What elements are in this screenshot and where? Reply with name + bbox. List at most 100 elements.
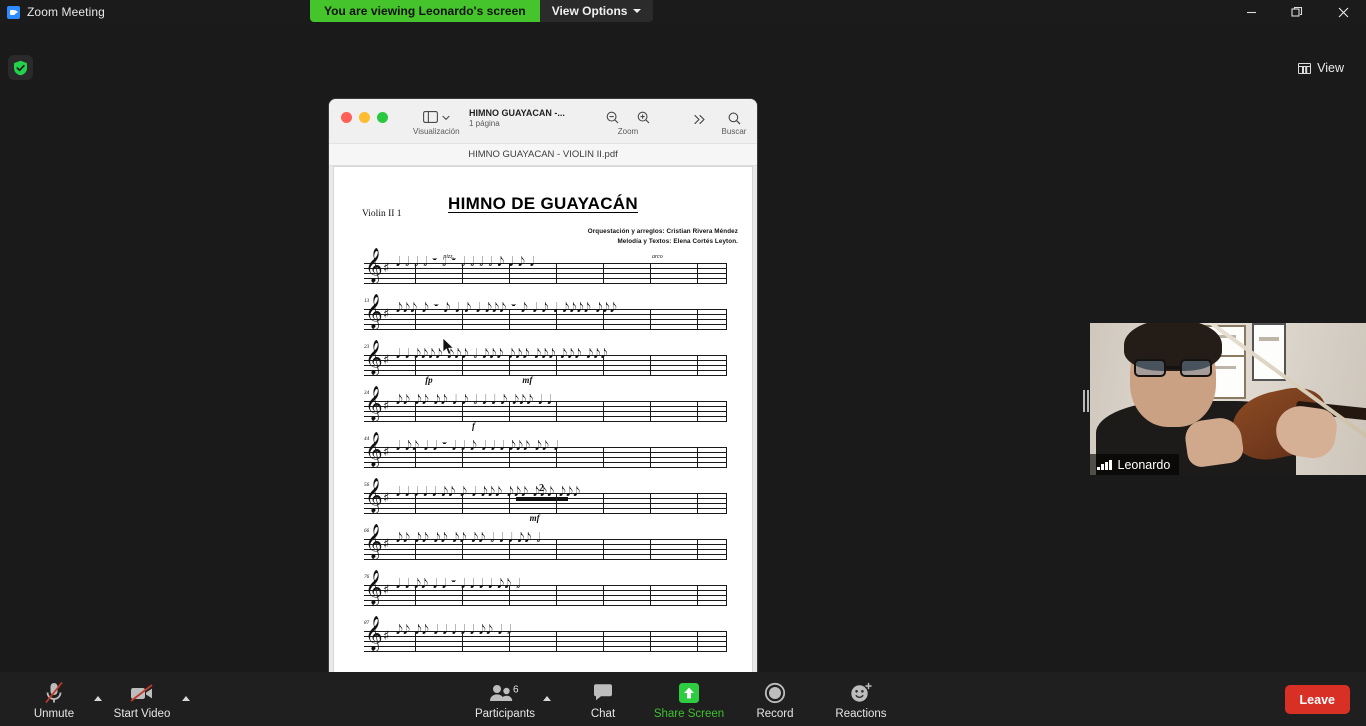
meeting-toolbar: Unmute Start Video 6 Participants Chat S… (0, 672, 1366, 726)
toolbar-overflow[interactable] (688, 111, 712, 127)
barline (414, 631, 416, 652)
share-screen-button[interactable]: Share Screen (653, 679, 725, 720)
chat-bubble-icon (592, 681, 614, 705)
barline (414, 309, 416, 330)
barline (461, 493, 463, 514)
barline (697, 309, 699, 330)
shield-check-icon[interactable] (8, 55, 33, 80)
toolbar-center-group: 6 Participants Chat Share Screen Record … (469, 679, 897, 720)
zoom-controls[interactable]: Zoom (591, 110, 665, 136)
video-options-button[interactable] (180, 679, 192, 719)
barline (555, 631, 557, 652)
meeting-stage: View Visualización HIMNO GUAYACAN -... 1… (0, 24, 1366, 697)
minimize-window-icon[interactable] (359, 112, 370, 123)
zoom-in-icon[interactable] (637, 111, 650, 126)
barline (602, 263, 604, 284)
barline (414, 401, 416, 422)
credit-orchestration: Orquestación y arreglos: Cristian Rivera… (587, 228, 738, 235)
share-screen-icon (678, 681, 700, 705)
barline (726, 401, 727, 422)
zoom-logo-icon (7, 5, 20, 19)
signal-bars-icon (1097, 459, 1112, 470)
barline (697, 493, 699, 514)
note-sequence: 𝅘𝅥𝅮𝅘𝅥𝅮 𝅘𝅥𝅮𝅘𝅥𝅮 𝅘𝅥𝅮𝅘𝅥𝅮 𝅘𝅥 𝅘𝅥𝅮 𝅗𝅥 𝅘𝅥 𝅘𝅥 𝅘𝅥𝅮… (396, 393, 552, 408)
barline (726, 631, 727, 652)
close-window-icon[interactable] (341, 112, 352, 123)
participant-name: Leonardo (1117, 457, 1171, 472)
key-signature: ♯ (383, 445, 390, 460)
close-icon[interactable] (1320, 0, 1366, 24)
key-signature: ♯ (383, 537, 390, 552)
chevron-down-icon (442, 114, 450, 123)
chevron-down-icon (633, 9, 642, 13)
view-options-button[interactable]: View Options (539, 0, 654, 22)
barline (461, 447, 463, 468)
barline (508, 355, 510, 376)
search-button[interactable]: Buscar (714, 110, 754, 136)
document-title-block: HIMNO GUAYACAN -... 1 página (469, 109, 591, 128)
zoom-window-icon[interactable] (377, 112, 388, 123)
view-layout-button[interactable]: View (1290, 56, 1352, 80)
barline (508, 493, 510, 514)
measure-number: 76 (364, 574, 370, 580)
traffic-lights (329, 99, 388, 123)
note-sequence: 𝅘𝅥𝅮𝅘𝅥𝅮𝅘𝅥𝅮 𝅘𝅥𝅮 𝄻 𝅘𝅥𝅮 𝅘𝅥 𝅘𝅥𝅮 𝅘𝅥 𝅘𝅥𝅮𝅘𝅥𝅮𝅘𝅥𝅮 … (396, 301, 618, 316)
barline (555, 585, 557, 606)
barline (414, 539, 416, 560)
score-system: 𝄞 ♯ 13 𝅘𝅥𝅮𝅘𝅥𝅮𝅘𝅥𝅮 𝅘𝅥𝅮 𝄻 𝅘𝅥𝅮 𝅘𝅥 𝅘𝅥𝅮 𝅘𝅥 𝅘𝅥𝅮𝅘𝅥𝅮… (334, 297, 754, 345)
barline (649, 447, 651, 468)
barline (726, 447, 727, 468)
key-signature: ♯ (383, 629, 390, 644)
toolbar-left-group: Unmute Start Video (0, 679, 192, 720)
sidebar-view-button[interactable]: Visualización (413, 110, 460, 136)
barline (555, 401, 557, 422)
unmute-button[interactable]: Unmute (18, 679, 90, 720)
barline (508, 309, 510, 330)
preview-toolbar: Visualización HIMNO GUAYACAN -... 1 pági… (329, 99, 757, 144)
barline (555, 493, 557, 514)
minimize-icon[interactable] (1228, 0, 1274, 24)
barline (414, 263, 416, 284)
zoom-meeting-window: Zoom Meeting You are viewing Leonardo's … (0, 0, 1366, 726)
record-button[interactable]: Record (739, 679, 811, 720)
barline (414, 493, 416, 514)
pdf-canvas[interactable]: Violin II 1 HIMNO DE GUAYACÁN Orquestaci… (329, 166, 757, 697)
measure-number: 56 (364, 482, 370, 488)
barline (508, 401, 510, 422)
participant-video-tile[interactable]: Leonardo (1090, 323, 1366, 475)
leave-button[interactable]: Leave (1284, 685, 1350, 714)
video-feed (1090, 323, 1366, 475)
search-icon (714, 110, 754, 126)
barline (726, 539, 727, 560)
barline (461, 263, 463, 284)
barline (697, 401, 699, 422)
maximize-icon[interactable] (1274, 0, 1320, 24)
start-video-button[interactable]: Start Video (106, 679, 178, 720)
score-systems: 𝄞 ♯ pizz. arco 𝅘𝅥 𝅗𝅥 𝅗𝅥 𝅗𝅥 𝄻 𝅗𝅥 𝄻 𝅗𝅥 𝅗𝅥 𝅗𝅥 𝅗… (334, 251, 754, 667)
share-status-text: You are viewing Leonardo's screen (310, 0, 540, 22)
score-system: 𝄞 ♯ 44 𝅘𝅥 𝅘𝅥𝅮𝅘𝅥𝅮 𝅘𝅥 𝅘𝅥 𝄻 𝅘𝅥 𝅘𝅥 𝅘𝅥𝅮 𝅘𝅥 𝅘𝅥 𝅘𝅥… (334, 435, 754, 483)
reactions-button[interactable]: Reactions (825, 679, 897, 720)
participants-options-button[interactable] (541, 679, 553, 719)
video-panel-drag-handle[interactable] (1082, 390, 1090, 412)
chevron-double-right-icon (688, 111, 712, 127)
credit-melody: Melodía y Textos: Elena Cortés Leyton. (617, 237, 738, 245)
participants-button[interactable]: 6 Participants (469, 679, 541, 720)
barline (555, 539, 557, 560)
zoom-out-icon[interactable] (606, 111, 619, 126)
barline (414, 585, 416, 606)
participant-name-badge: Leonardo (1090, 454, 1180, 475)
barline (649, 263, 651, 284)
window-title: Zoom Meeting (27, 5, 105, 19)
chat-button[interactable]: Chat (567, 679, 639, 720)
barline (649, 493, 651, 514)
view-options-label: View Options (551, 4, 628, 18)
chevron-up-icon (543, 696, 551, 701)
audio-options-button[interactable] (92, 679, 104, 719)
score-title: HIMNO DE GUAYACÁN (448, 194, 638, 213)
barline (649, 585, 651, 606)
barline (649, 401, 651, 422)
pdf-page: Violin II 1 HIMNO DE GUAYACÁN Orquestaci… (333, 166, 753, 697)
barline (602, 493, 604, 514)
record-label: Record (756, 707, 794, 720)
